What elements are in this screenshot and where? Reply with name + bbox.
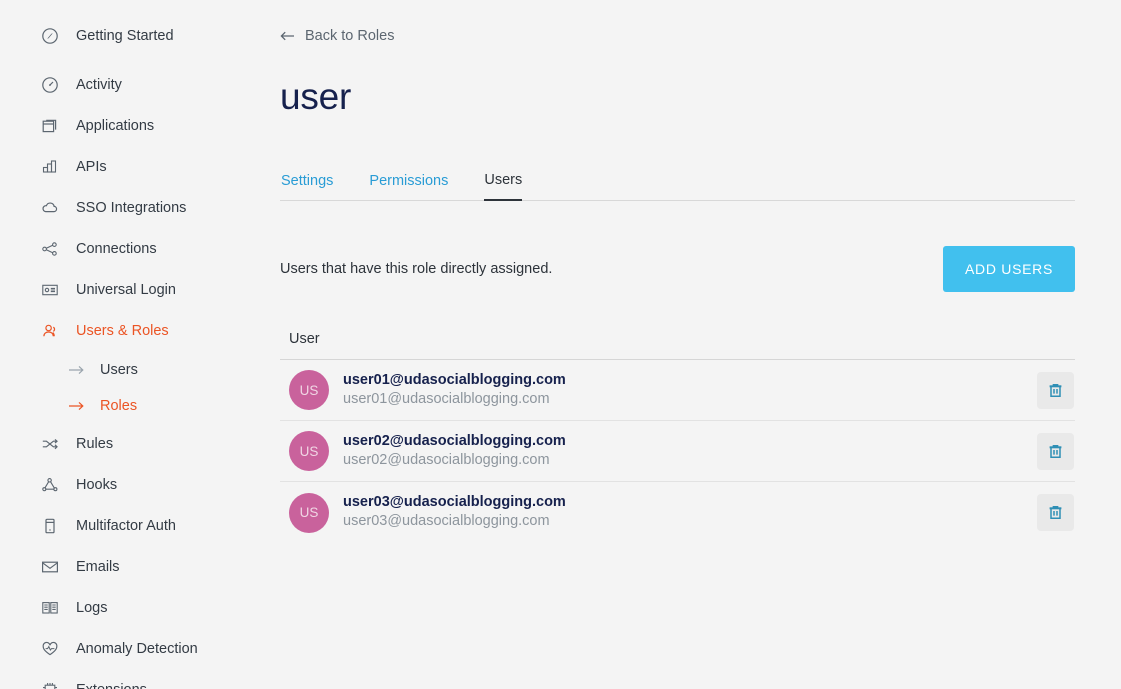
- sidebar-item-apis[interactable]: APIs: [0, 153, 240, 181]
- compass-icon: [40, 26, 60, 46]
- tab-permissions[interactable]: Permissions: [369, 173, 448, 201]
- delete-user-button[interactable]: [1037, 494, 1074, 531]
- tab-users[interactable]: Users: [484, 172, 523, 201]
- mobile-device-icon: [40, 516, 60, 536]
- back-to-roles-link[interactable]: Back to Roles: [280, 28, 394, 44]
- sidebar-item-sso-integrations[interactable]: SSO Integrations: [0, 194, 240, 222]
- sidebar-subitem-roles[interactable]: Roles: [0, 394, 240, 418]
- hooks-icon: [40, 475, 60, 495]
- sidebar-item-rules[interactable]: Rules: [0, 430, 240, 458]
- sidebar-item-hooks[interactable]: Hooks: [0, 471, 240, 499]
- users-table: User US user01@udasocialblogging.com use…: [280, 331, 1075, 543]
- rules-icon: [40, 434, 60, 454]
- apis-icon: [40, 157, 60, 177]
- sidebar-item-label: Multifactor Auth: [76, 518, 176, 534]
- sidebar-subitem-users[interactable]: Users: [0, 358, 240, 382]
- avatar: US: [289, 492, 329, 533]
- user-cell: user03@udasocialblogging.com user03@udas…: [343, 493, 1037, 532]
- sidebar-item-label: Activity: [76, 77, 122, 93]
- sidebar-item-label: Getting Started: [76, 28, 174, 44]
- sidebar-subitem-label: Roles: [100, 398, 138, 414]
- sidebar-item-label: Emails: [76, 559, 120, 575]
- id-card-icon: [40, 280, 60, 300]
- user-name: user03@udasocialblogging.com: [343, 494, 566, 510]
- user-name: user01@udasocialblogging.com: [343, 371, 566, 388]
- sidebar-item-label: SSO Integrations: [76, 200, 187, 216]
- sidebar-item-label: Universal Login: [76, 282, 176, 298]
- sidebar-item-universal-login[interactable]: Universal Login: [0, 276, 240, 304]
- tab-settings[interactable]: Settings: [281, 173, 333, 201]
- sidebar-item-label: Extensions: [76, 682, 147, 689]
- sidebar-item-anomaly-detection[interactable]: Anomaly Detection: [0, 635, 240, 663]
- sidebar-item-label: Connections: [76, 241, 157, 257]
- section-header: Users that have this role directly assig…: [280, 246, 1075, 292]
- gauge-icon: [40, 75, 60, 95]
- user-email: user01@udasocialblogging.com: [343, 390, 550, 407]
- sidebar-item-label: Logs: [76, 600, 108, 616]
- sidebar-item-applications[interactable]: Applications: [0, 112, 240, 140]
- sidebar-item-activity[interactable]: Activity: [0, 71, 240, 99]
- avatar: US: [289, 431, 329, 471]
- sidebar: Getting Started Activity Applications AP…: [0, 0, 240, 689]
- sidebar-item-label: Hooks: [76, 477, 118, 493]
- arrow-left-icon: [280, 30, 295, 42]
- section-description: Users that have this role directly assig…: [280, 261, 553, 277]
- user-cell: user01@udasocialblogging.com user01@udas…: [343, 371, 1037, 410]
- delete-user-button[interactable]: [1037, 432, 1074, 470]
- sidebar-item-connections[interactable]: Connections: [0, 235, 240, 263]
- user-email: user03@udasocialblogging.com: [343, 513, 550, 529]
- table-row[interactable]: US user03@udasocialblogging.com user03@u…: [280, 482, 1075, 543]
- trash-icon: [1047, 382, 1064, 399]
- sidebar-item-label: APIs: [76, 159, 107, 175]
- sidebar-item-label: Anomaly Detection: [76, 641, 198, 657]
- table-column-header-user: User: [280, 331, 1075, 360]
- share-nodes-icon: [40, 239, 60, 259]
- arrow-right-icon: [68, 400, 86, 412]
- users-icon: [40, 321, 60, 341]
- delete-user-button[interactable]: [1037, 371, 1074, 409]
- sidebar-subitem-label: Users: [100, 362, 138, 378]
- back-to-roles-label: Back to Roles: [305, 28, 395, 44]
- avatar: US: [289, 370, 329, 410]
- tab-bar: Settings Permissions Users: [280, 163, 1075, 201]
- heart-pulse-shield-icon: [40, 639, 60, 659]
- sidebar-item-getting-started[interactable]: Getting Started: [0, 22, 240, 50]
- user-email: user02@udasocialblogging.com: [343, 451, 550, 468]
- main-content: Back to Roles user Settings Permissions …: [240, 0, 1121, 689]
- table-row[interactable]: US user01@udasocialblogging.com user01@u…: [280, 360, 1075, 421]
- trash-icon: [1047, 443, 1064, 460]
- table-row[interactable]: US user02@udasocialblogging.com user02@u…: [280, 421, 1075, 482]
- sidebar-item-users-and-roles[interactable]: Users & Roles: [0, 317, 240, 345]
- user-cell: user02@udasocialblogging.com user02@udas…: [343, 432, 1037, 471]
- sidebar-item-label: Users & Roles: [76, 323, 169, 339]
- sidebar-item-label: Rules: [76, 436, 114, 452]
- sidebar-item-extensions[interactable]: Extensions: [0, 676, 240, 689]
- chip-icon: [40, 680, 60, 689]
- page-title: user: [280, 76, 352, 117]
- add-users-button[interactable]: ADD USERS: [943, 246, 1075, 292]
- cloud-icon: [40, 198, 60, 218]
- sidebar-item-label: Applications: [76, 118, 155, 134]
- trash-icon: [1047, 504, 1064, 521]
- sidebar-item-multifactor-auth[interactable]: Multifactor Auth: [0, 512, 240, 540]
- envelope-icon: [40, 557, 60, 577]
- app-root: Getting Started Activity Applications AP…: [0, 0, 1121, 689]
- applications-icon: [40, 116, 60, 136]
- logs-book-icon: [40, 598, 60, 618]
- user-name: user02@udasocialblogging.com: [343, 432, 566, 449]
- sidebar-item-logs[interactable]: Logs: [0, 594, 240, 622]
- arrow-right-icon: [68, 364, 86, 376]
- sidebar-item-emails[interactable]: Emails: [0, 553, 240, 581]
